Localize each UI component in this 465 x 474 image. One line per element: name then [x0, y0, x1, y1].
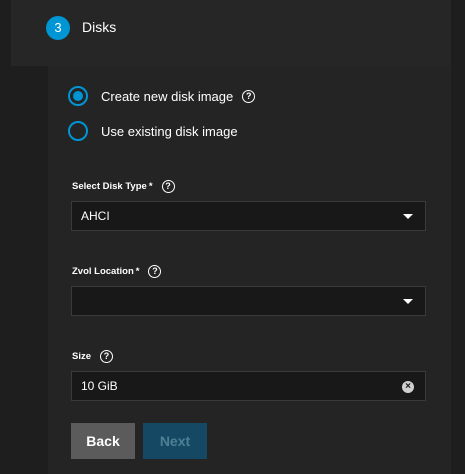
- step-header[interactable]: 3 Disks: [11, 0, 451, 66]
- help-icon[interactable]: ?: [161, 180, 175, 193]
- disk-type-label-text: Select Disk Type: [72, 181, 147, 192]
- radio-label: Create new disk image: [101, 88, 234, 104]
- zvol-location-label: Zvol Location * ?: [72, 265, 162, 278]
- next-button[interactable]: Next: [143, 423, 207, 459]
- use-existing-disk-image-option[interactable]: Use existing disk image: [68, 120, 238, 142]
- step-title: Disks: [82, 19, 117, 35]
- required-mark: *: [148, 181, 153, 192]
- disks-step-page: 3 Disks Create new disk image ? Use exis…: [0, 0, 465, 474]
- disk-type-value: AHCI: [81, 209, 110, 223]
- create-new-disk-image-option[interactable]: Create new disk image ?: [68, 85, 256, 107]
- size-input[interactable]: 10 GiB ×: [71, 371, 426, 401]
- size-label: Size ?: [72, 350, 114, 363]
- size-label-text: Size: [72, 351, 92, 362]
- radio-label: Use existing disk image: [101, 123, 238, 139]
- step-number-badge: 3: [46, 16, 70, 40]
- radio-button-unchecked[interactable]: [68, 121, 88, 141]
- disk-type-select[interactable]: AHCI: [71, 201, 426, 231]
- help-icon[interactable]: ?: [242, 89, 256, 103]
- disk-type-label: Select Disk Type * ?: [72, 180, 175, 193]
- radio-button-checked[interactable]: [68, 86, 88, 106]
- clear-icon[interactable]: ×: [402, 381, 414, 393]
- chevron-down-icon[interactable]: [403, 299, 413, 304]
- help-icon[interactable]: ?: [148, 265, 162, 278]
- size-value[interactable]: 10 GiB: [81, 379, 118, 393]
- chevron-down-icon[interactable]: [403, 214, 413, 219]
- zvol-location-label-text: Zvol Location: [72, 266, 134, 277]
- back-button[interactable]: Back: [71, 423, 135, 459]
- help-icon[interactable]: ?: [100, 350, 114, 363]
- required-mark: *: [135, 266, 140, 277]
- zvol-location-select[interactable]: [71, 286, 426, 316]
